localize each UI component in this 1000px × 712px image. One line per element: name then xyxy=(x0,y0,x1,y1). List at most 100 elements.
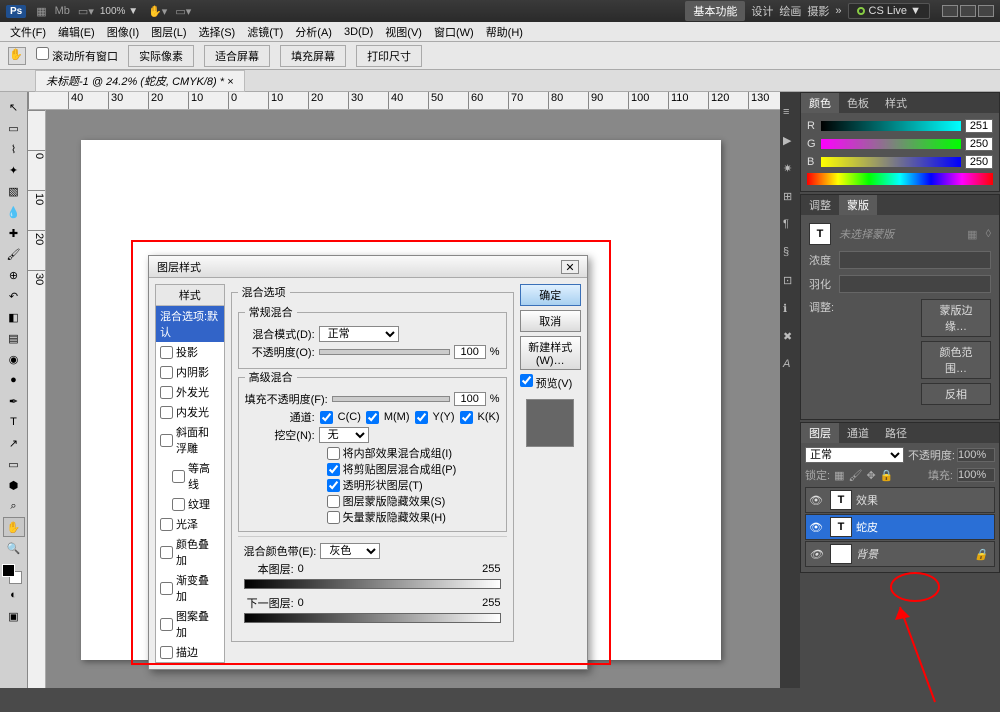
menu-select[interactable]: 选择(S) xyxy=(193,22,242,42)
style-color-overlay[interactable]: 颜色叠加 xyxy=(156,534,224,570)
slider-r[interactable] xyxy=(821,121,961,131)
zoom-tool[interactable]: 🔍 xyxy=(3,538,25,558)
preview-checkbox[interactable]: 预览(V) xyxy=(520,374,581,391)
marquee-tool[interactable]: ▭ xyxy=(3,118,25,138)
layout-icon[interactable]: ▭▾ xyxy=(78,5,94,18)
eraser-tool[interactable]: ◧ xyxy=(3,307,25,327)
density-input[interactable] xyxy=(839,251,991,269)
style-inner-glow[interactable]: 内发光 xyxy=(156,402,224,422)
heal-tool[interactable]: ✚ xyxy=(3,223,25,243)
history-icon[interactable]: ≡ xyxy=(783,106,797,120)
menu-layer[interactable]: 图层(L) xyxy=(145,22,192,42)
style-blend-options[interactable]: 混合选项:默认 xyxy=(156,306,224,342)
pen-tool[interactable]: ✒ xyxy=(3,391,25,411)
tab-channels[interactable]: 通道 xyxy=(839,423,877,443)
text-a-icon[interactable]: A xyxy=(783,358,797,372)
knockout-select[interactable]: 无 xyxy=(319,427,369,443)
tab-styles[interactable]: 样式 xyxy=(877,93,915,113)
char-icon[interactable]: ¶ xyxy=(783,218,797,232)
vector-mask-icon[interactable]: ◊ xyxy=(986,228,991,240)
menu-file[interactable]: 文件(F) xyxy=(4,22,52,42)
mb-icon[interactable]: Mb xyxy=(55,5,70,18)
chk-layer-mask[interactable]: 图层蒙版隐藏效果(S) xyxy=(327,493,500,509)
dodge-tool[interactable]: ● xyxy=(3,370,25,390)
menu-window[interactable]: 窗口(W) xyxy=(428,22,480,42)
menu-image[interactable]: 图像(I) xyxy=(101,22,145,42)
tool-icon[interactable]: ✖ xyxy=(783,330,797,344)
history-brush-tool[interactable]: ↶ xyxy=(3,286,25,306)
new-style-button[interactable]: 新建样式(W)… xyxy=(520,336,581,370)
actual-pixels-button[interactable]: 实际像素 xyxy=(128,45,194,67)
scroll-all-checkbox[interactable]: 滚动所有窗口 xyxy=(36,47,118,64)
color-range-button[interactable]: 颜色范围… xyxy=(921,341,991,379)
layer-row-background[interactable]: 👁 背景 🔒 xyxy=(805,541,995,567)
lasso-tool[interactable]: ⌇ xyxy=(3,139,25,159)
hand-tool-icon[interactable]: ✋ xyxy=(8,47,26,65)
style-drop-shadow[interactable]: 投影 xyxy=(156,342,224,362)
hand-icon[interactable]: ✋▾ xyxy=(148,5,167,18)
gradient-tool[interactable]: ▤ xyxy=(3,328,25,348)
channel-m[interactable] xyxy=(366,411,379,424)
visibility-icon[interactable]: 👁 xyxy=(806,521,826,534)
channel-y[interactable] xyxy=(415,411,428,424)
dialog-close-icon[interactable]: ✕ xyxy=(561,260,579,274)
visibility-icon[interactable]: 👁 xyxy=(806,494,826,507)
menu-3d[interactable]: 3D(D) xyxy=(338,24,379,40)
menu-filter[interactable]: 滤镜(T) xyxy=(241,22,289,42)
channel-k[interactable] xyxy=(460,411,473,424)
opacity-slider[interactable] xyxy=(319,349,450,355)
lock-trans-icon[interactable]: ▦ xyxy=(834,469,844,482)
hand-tool[interactable]: ✋ xyxy=(3,517,25,537)
cs-live-button[interactable]: CS Live ▼ xyxy=(848,3,930,19)
blur-tool[interactable]: ◉ xyxy=(3,349,25,369)
eyedropper-tool[interactable]: 💧 xyxy=(3,202,25,222)
mask-edge-button[interactable]: 蒙版边缘… xyxy=(921,299,991,337)
screen-icon[interactable]: ▭▾ xyxy=(175,5,191,18)
spectrum-bar[interactable] xyxy=(807,173,993,185)
fill-slider[interactable] xyxy=(332,396,450,402)
workspace-essentials[interactable]: 基本功能 xyxy=(685,1,745,21)
blendif-select[interactable]: 灰色 xyxy=(320,543,380,559)
workspace-design[interactable]: 设计 xyxy=(751,3,773,19)
chk-blend-clipped[interactable]: 将剪贴图层混合成组(P) xyxy=(327,461,500,477)
style-outer-glow[interactable]: 外发光 xyxy=(156,382,224,402)
wand-tool[interactable]: ✦ xyxy=(3,160,25,180)
tab-adjustments[interactable]: 调整 xyxy=(801,195,839,215)
fit-screen-button[interactable]: 适合屏幕 xyxy=(204,45,270,67)
invert-button[interactable]: 反相 xyxy=(921,383,991,405)
quickmask-tool[interactable]: ◐ xyxy=(3,585,25,605)
workspace-photography[interactable]: 摄影 xyxy=(807,3,829,19)
brush-tool[interactable]: 🖌 xyxy=(3,244,25,264)
cancel-button[interactable]: 取消 xyxy=(520,310,581,332)
slider-g[interactable] xyxy=(821,139,961,149)
screenmode-tool[interactable]: ▣ xyxy=(3,606,25,626)
bridge-icon[interactable]: ▦ xyxy=(36,5,46,18)
menu-help[interactable]: 帮助(H) xyxy=(480,22,529,42)
layer-row-snakeskin[interactable]: 👁 T 蛇皮 xyxy=(805,514,995,540)
tab-color[interactable]: 颜色 xyxy=(801,93,839,113)
lock-paint-icon[interactable]: 🖌 xyxy=(848,469,862,482)
layer-row-effects[interactable]: 👁 T 效果 xyxy=(805,487,995,513)
type-tool[interactable]: T xyxy=(3,412,25,432)
style-contour[interactable]: 等高线 xyxy=(156,458,224,494)
menu-analysis[interactable]: 分析(A) xyxy=(289,22,338,42)
workspace-more[interactable]: » xyxy=(835,5,841,17)
print-size-button[interactable]: 打印尺寸 xyxy=(356,45,422,67)
maximize-button[interactable] xyxy=(960,5,976,17)
style-pattern-overlay[interactable]: 图案叠加 xyxy=(156,606,224,642)
this-layer-slider[interactable] xyxy=(244,579,501,593)
chk-transparency[interactable]: 透明形状图层(T) xyxy=(327,477,500,493)
shape-tool[interactable]: ▭ xyxy=(3,454,25,474)
close-button[interactable] xyxy=(978,5,994,17)
style-inner-shadow[interactable]: 内阴影 xyxy=(156,362,224,382)
opacity-input[interactable] xyxy=(454,345,486,359)
dialog-titlebar[interactable]: 图层样式 ✕ xyxy=(149,256,587,278)
brush-icon[interactable]: ✷ xyxy=(783,162,797,176)
minimize-button[interactable] xyxy=(942,5,958,17)
ok-button[interactable]: 确定 xyxy=(520,284,581,306)
zoom-level[interactable]: 100% ▼ xyxy=(100,6,138,17)
blend-mode-select[interactable]: 正常 xyxy=(319,326,399,342)
chk-vector-mask[interactable]: 矢量蒙版隐藏效果(H) xyxy=(327,509,500,525)
color-swatch[interactable] xyxy=(2,564,22,584)
workspace-painting[interactable]: 绘画 xyxy=(779,3,801,19)
